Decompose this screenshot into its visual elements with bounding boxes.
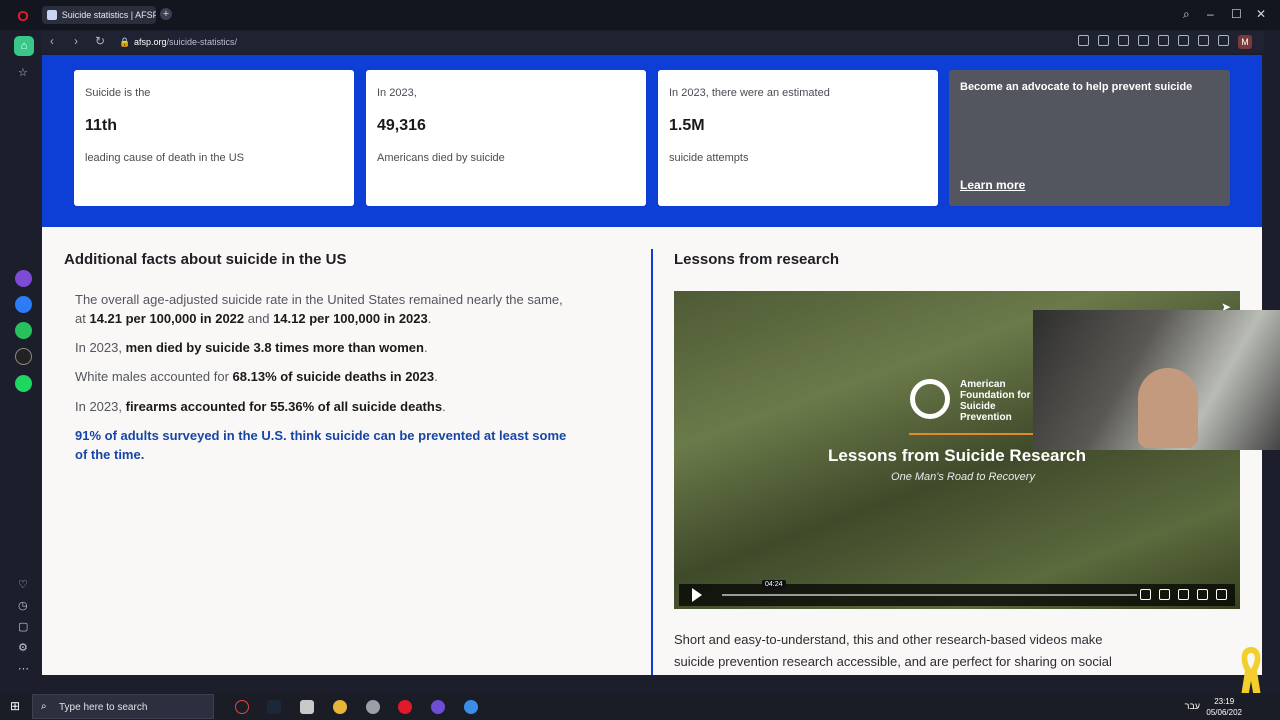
discord-icon[interactable] [431,700,445,714]
x-twitter-icon[interactable] [15,348,32,365]
afsp-favicon-icon [47,10,57,20]
system-clock[interactable]: 23:19 05/06/202 [1206,696,1242,718]
volume-icon[interactable] [1140,589,1151,600]
steam-icon[interactable] [267,700,281,714]
browser-tab[interactable]: Suicide statistics | AFSP [42,6,156,24]
fact-firearms: In 2023, firearms accounted for 55.36% o… [75,399,446,414]
browser-tab-bar: O Suicide statistics | AFSP + ⌕ – ☐ ✕ [0,0,1280,30]
browser-toolbar: M [1078,35,1252,49]
stat-card-attempts: In 2023, there were an estimated 1.5M su… [658,70,938,206]
app-icon[interactable] [366,700,380,714]
fullscreen-icon[interactable] [1216,589,1227,600]
camera-icon[interactable] [1118,35,1129,46]
lock-icon: 🔒 [119,37,131,47]
lessons-heading: Lessons from research [674,251,840,268]
settings-gear-icon[interactable]: ⚙ [18,641,28,654]
history-clock-icon[interactable]: ◷ [18,599,28,612]
video-rule [909,433,1049,435]
menu-icon[interactable] [1218,35,1229,46]
chrome-icon[interactable] [333,700,347,714]
video-subtitle: One Man's Road to Recovery [891,471,1035,483]
bookmark-star-icon[interactable]: ☆ [18,66,28,79]
heart-icon[interactable]: ♡ [18,578,28,591]
video-time-tooltip: 04:24 [762,580,786,589]
edit-icon[interactable] [1098,35,1109,46]
column-divider [651,249,653,675]
new-tab-plus-icon[interactable]: + [160,8,172,20]
stat-intro: In 2023, there were an estimated [669,87,830,99]
heart-icon[interactable] [1178,35,1189,46]
play-icon[interactable] [1158,35,1169,46]
stat-value: 49,316 [377,117,426,134]
spotify-icon[interactable] [15,375,32,392]
url-field[interactable]: afsp.org/suicide-statistics/ [134,37,237,47]
app-icon[interactable] [464,700,478,714]
stat-value: 11th [85,117,118,134]
stat-card-rank: Suicide is the 11th leading cause of dea… [74,70,354,206]
stat-value: 1.5M [669,117,705,134]
settings-gear-icon[interactable] [1197,589,1208,600]
address-bar: ‹ › ↻ 🔒 afsp.org/suicide-statistics/ M [42,31,1264,53]
reload-icon[interactable]: ↻ [95,34,105,48]
obs-icon[interactable] [235,700,249,714]
play-icon[interactable] [692,588,702,602]
captions-icon[interactable] [1159,589,1170,600]
opera-icon[interactable] [398,700,412,714]
browser-sidebar: ⌂ ☆ ♡ ◷ ▢ ⚙ ⋯ [0,30,42,690]
extensions-cube-icon[interactable]: ▢ [18,620,28,633]
search-icon: ⌕ [41,701,47,712]
messenger-icon[interactable] [15,296,32,313]
advocate-cta-card: Become an advocate to help prevent suici… [949,70,1230,206]
shield-icon[interactable] [1138,35,1149,46]
forward-arrow-icon[interactable]: › [74,34,78,48]
fact-men: In 2023, men died by suicide 3.8 times m… [75,340,428,355]
download-icon[interactable] [1198,35,1209,46]
stat-card-deaths: In 2023, 49,316 Americans died by suicid… [366,70,646,206]
home-icon[interactable]: ⌂ [14,36,34,56]
video-controls: 04:24 [679,580,1235,606]
back-arrow-icon[interactable]: ‹ [50,34,54,48]
stat-caption: Americans died by suicide [377,152,505,164]
cta-title: Become an advocate to help prevent suici… [960,81,1193,93]
stat-caption: leading cause of death in the US [85,152,245,164]
close-icon[interactable]: ✕ [1256,7,1266,21]
webcam-person [1138,368,1198,448]
minimize-icon[interactable]: – [1207,7,1214,21]
stats-band: Suicide is the 11th leading cause of dea… [42,55,1262,227]
stat-intro: In 2023, [377,87,417,99]
tab-title: Suicide statistics | AFSP [61,10,156,20]
seek-bar[interactable]: 04:24 [722,580,1137,596]
webcam-overlay [1033,310,1280,450]
profile-avatar[interactable]: M [1238,35,1252,49]
opera-logo-icon[interactable]: O [15,9,31,25]
fact-rate: The overall age-adjusted suicide rate in… [75,292,563,326]
fact-prevention-link[interactable]: 91% of adults surveyed in the U.S. think… [75,426,575,464]
more-dots-icon[interactable]: ⋯ [18,662,29,675]
taskbar-search[interactable]: ⌕ Type here to search [32,694,214,719]
fact-white-males: White males accounted for 68.13% of suic… [75,369,438,384]
stat-caption: suicide attempts [669,152,749,164]
afsp-lifesaver-logo-icon [910,379,950,419]
facts-heading: Additional facts about suicide in the US [64,251,347,268]
app-icon[interactable] [300,700,314,714]
learn-more-link[interactable]: Learn more [960,178,1025,192]
stat-intro: Suicide is the [85,87,151,99]
search-placeholder: Type here to search [59,702,148,713]
language-indicator[interactable]: עבר [1185,701,1200,711]
video-org-name: American Foundation for Suicide Preventi… [960,379,1031,423]
aria-icon[interactable] [15,270,32,287]
windows-taskbar: ⊞ ⌕ Type here to search עבר 23:19 05/06/… [0,693,1280,720]
reader-icon[interactable] [1078,35,1089,46]
queue-icon[interactable] [1178,589,1189,600]
maximize-icon[interactable]: ☐ [1231,7,1242,21]
search-icon[interactable]: ⌕ [1183,7,1190,22]
whatsapp-icon[interactable] [15,322,32,339]
video-description: Short and easy-to-understand, this and o… [674,632,1112,669]
windows-start-icon[interactable]: ⊞ [10,700,23,713]
